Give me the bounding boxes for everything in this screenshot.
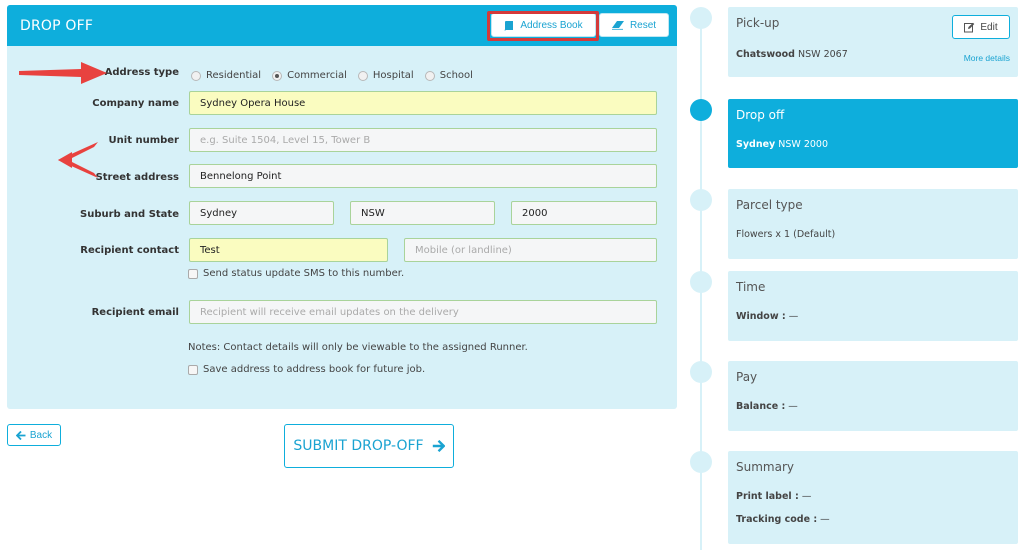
checkbox-box [188,268,198,279]
timeline-dot-dropoff [690,99,712,121]
mobile-input[interactable]: Mobile (or landline) [404,238,657,262]
postcode-input[interactable]: 2000 [511,201,657,225]
radio-dot [424,70,435,81]
radio-hospital[interactable]: Hospital [357,70,414,81]
timeline-dot-time [690,271,712,293]
pay-balance: Balance : — [736,401,798,412]
pickup-title: Pick-up [736,16,780,30]
street-address-label: Street address [95,172,179,183]
radio-label: Hospital [372,70,414,81]
tracking-code-row: Tracking code : — [736,514,830,525]
parcel-detail: Flowers x 1 (Default) [736,229,836,240]
book-icon [504,20,514,31]
unit-number-label: Unit number [108,135,179,146]
state-input[interactable]: NSW [350,201,495,225]
street-address-input[interactable]: Bennelong Point [189,164,657,188]
summary-card[interactable]: Summary Print label : — Tracking code : … [728,451,1018,544]
balance-value: — [788,401,798,412]
suburb-state-label: Suburb and State [80,209,179,220]
dropoff-card[interactable]: Drop off Sydney NSW 2000 [728,99,1018,168]
timeline-dot-pay [690,361,712,383]
pay-card[interactable]: Pay Balance : — [728,361,1018,431]
time-window: Window : — [736,311,798,322]
radio-label: Commercial [287,70,347,81]
tracking-value: — [820,514,830,525]
address-book-button[interactable]: Address Book [491,13,596,37]
address-type-group: Residential Commercial Hospital School [191,70,473,81]
sms-checkbox[interactable]: Send status update SMS to this number. [188,268,404,279]
radio-school[interactable]: School [424,70,473,81]
sms-checkbox-label: Send status update SMS to this number. [203,268,405,279]
pickup-address: Chatswood NSW 2067 [736,49,848,60]
suburb-input[interactable]: Sydney [189,201,334,225]
pickup-suburb: Chatswood [736,49,795,60]
print-label: Print label : [736,491,799,502]
checkbox-box [188,364,198,375]
address-type-label: Address type [104,67,179,78]
timeline-dot-summary [690,451,712,473]
window-value: — [788,311,799,322]
timeline-dot-parcel [690,189,712,211]
save-address-label: Save address to address book for future … [203,364,426,375]
save-address-checkbox[interactable]: Save address to address book for future … [188,364,425,375]
radio-dot [272,70,283,81]
window-label: Window : [736,311,786,322]
form-header: DROP OFF Address Book Reset [7,5,677,46]
edit-label: Edit [980,21,998,33]
dropoff-address: Sydney NSW 2000 [736,139,828,150]
dropoff-form-panel: DROP OFF Address Book Reset Address type… [7,5,677,409]
summary-title: Summary [736,460,794,474]
dropoff-suburb: Sydney [736,139,776,150]
time-card[interactable]: Time Window : — [728,271,1018,341]
timeline-dot-pickup [690,7,712,29]
recipient-email-label: Recipient email [91,307,179,318]
contact-note: Notes: Contact details will only be view… [188,342,528,353]
edit-pickup-button[interactable]: Edit [952,15,1010,39]
radio-commercial[interactable]: Commercial [272,70,347,81]
print-value: — [801,491,812,502]
parcel-card[interactable]: Parcel type Flowers x 1 (Default) [728,189,1018,259]
radio-label: School [439,70,473,81]
submit-label: SUBMIT DROP-OFF [293,438,424,454]
tracking-label: Tracking code : [736,514,818,525]
edit-icon [964,22,975,32]
recipient-contact-input[interactable]: Test [189,238,388,262]
recipient-contact-label: Recipient contact [80,245,179,256]
reset-label: Reset [629,19,657,31]
radio-residential[interactable]: Residential [191,70,261,81]
balance-label: Balance : [736,401,786,412]
address-book-label: Address Book [520,19,583,31]
print-label-row: Print label : — [736,491,811,502]
dropoff-state: NSW 2000 [778,139,828,150]
pay-title: Pay [736,370,758,384]
company-name-input[interactable]: Sydney Opera House [189,91,657,115]
more-details-link[interactable]: More details [964,53,1010,63]
pickup-card[interactable]: Pick-up Edit Chatswood NSW 2067 More det… [728,7,1018,77]
company-name-label: Company name [92,98,179,109]
radio-dot [191,70,201,81]
back-button[interactable]: Back [7,424,61,446]
arrow-right-icon [432,440,445,452]
parcel-title: Parcel type [736,198,803,212]
back-label: Back [29,429,53,441]
radio-dot [357,70,368,81]
reset-button[interactable]: Reset [599,13,669,37]
time-title: Time [736,280,766,294]
arrow-left-icon [15,430,26,440]
radio-label: Residential [206,70,262,81]
pickup-state: NSW 2067 [798,49,848,60]
eraser-icon [611,20,624,30]
form-title: DROP OFF [20,18,94,34]
dropoff-title: Drop off [736,108,785,122]
submit-dropoff-button[interactable]: SUBMIT DROP-OFF [284,424,454,468]
recipient-email-input[interactable]: Recipient will receive email updates on … [189,300,657,324]
unit-number-input[interactable]: e.g. Suite 1504, Level 15, Tower B [189,128,657,152]
